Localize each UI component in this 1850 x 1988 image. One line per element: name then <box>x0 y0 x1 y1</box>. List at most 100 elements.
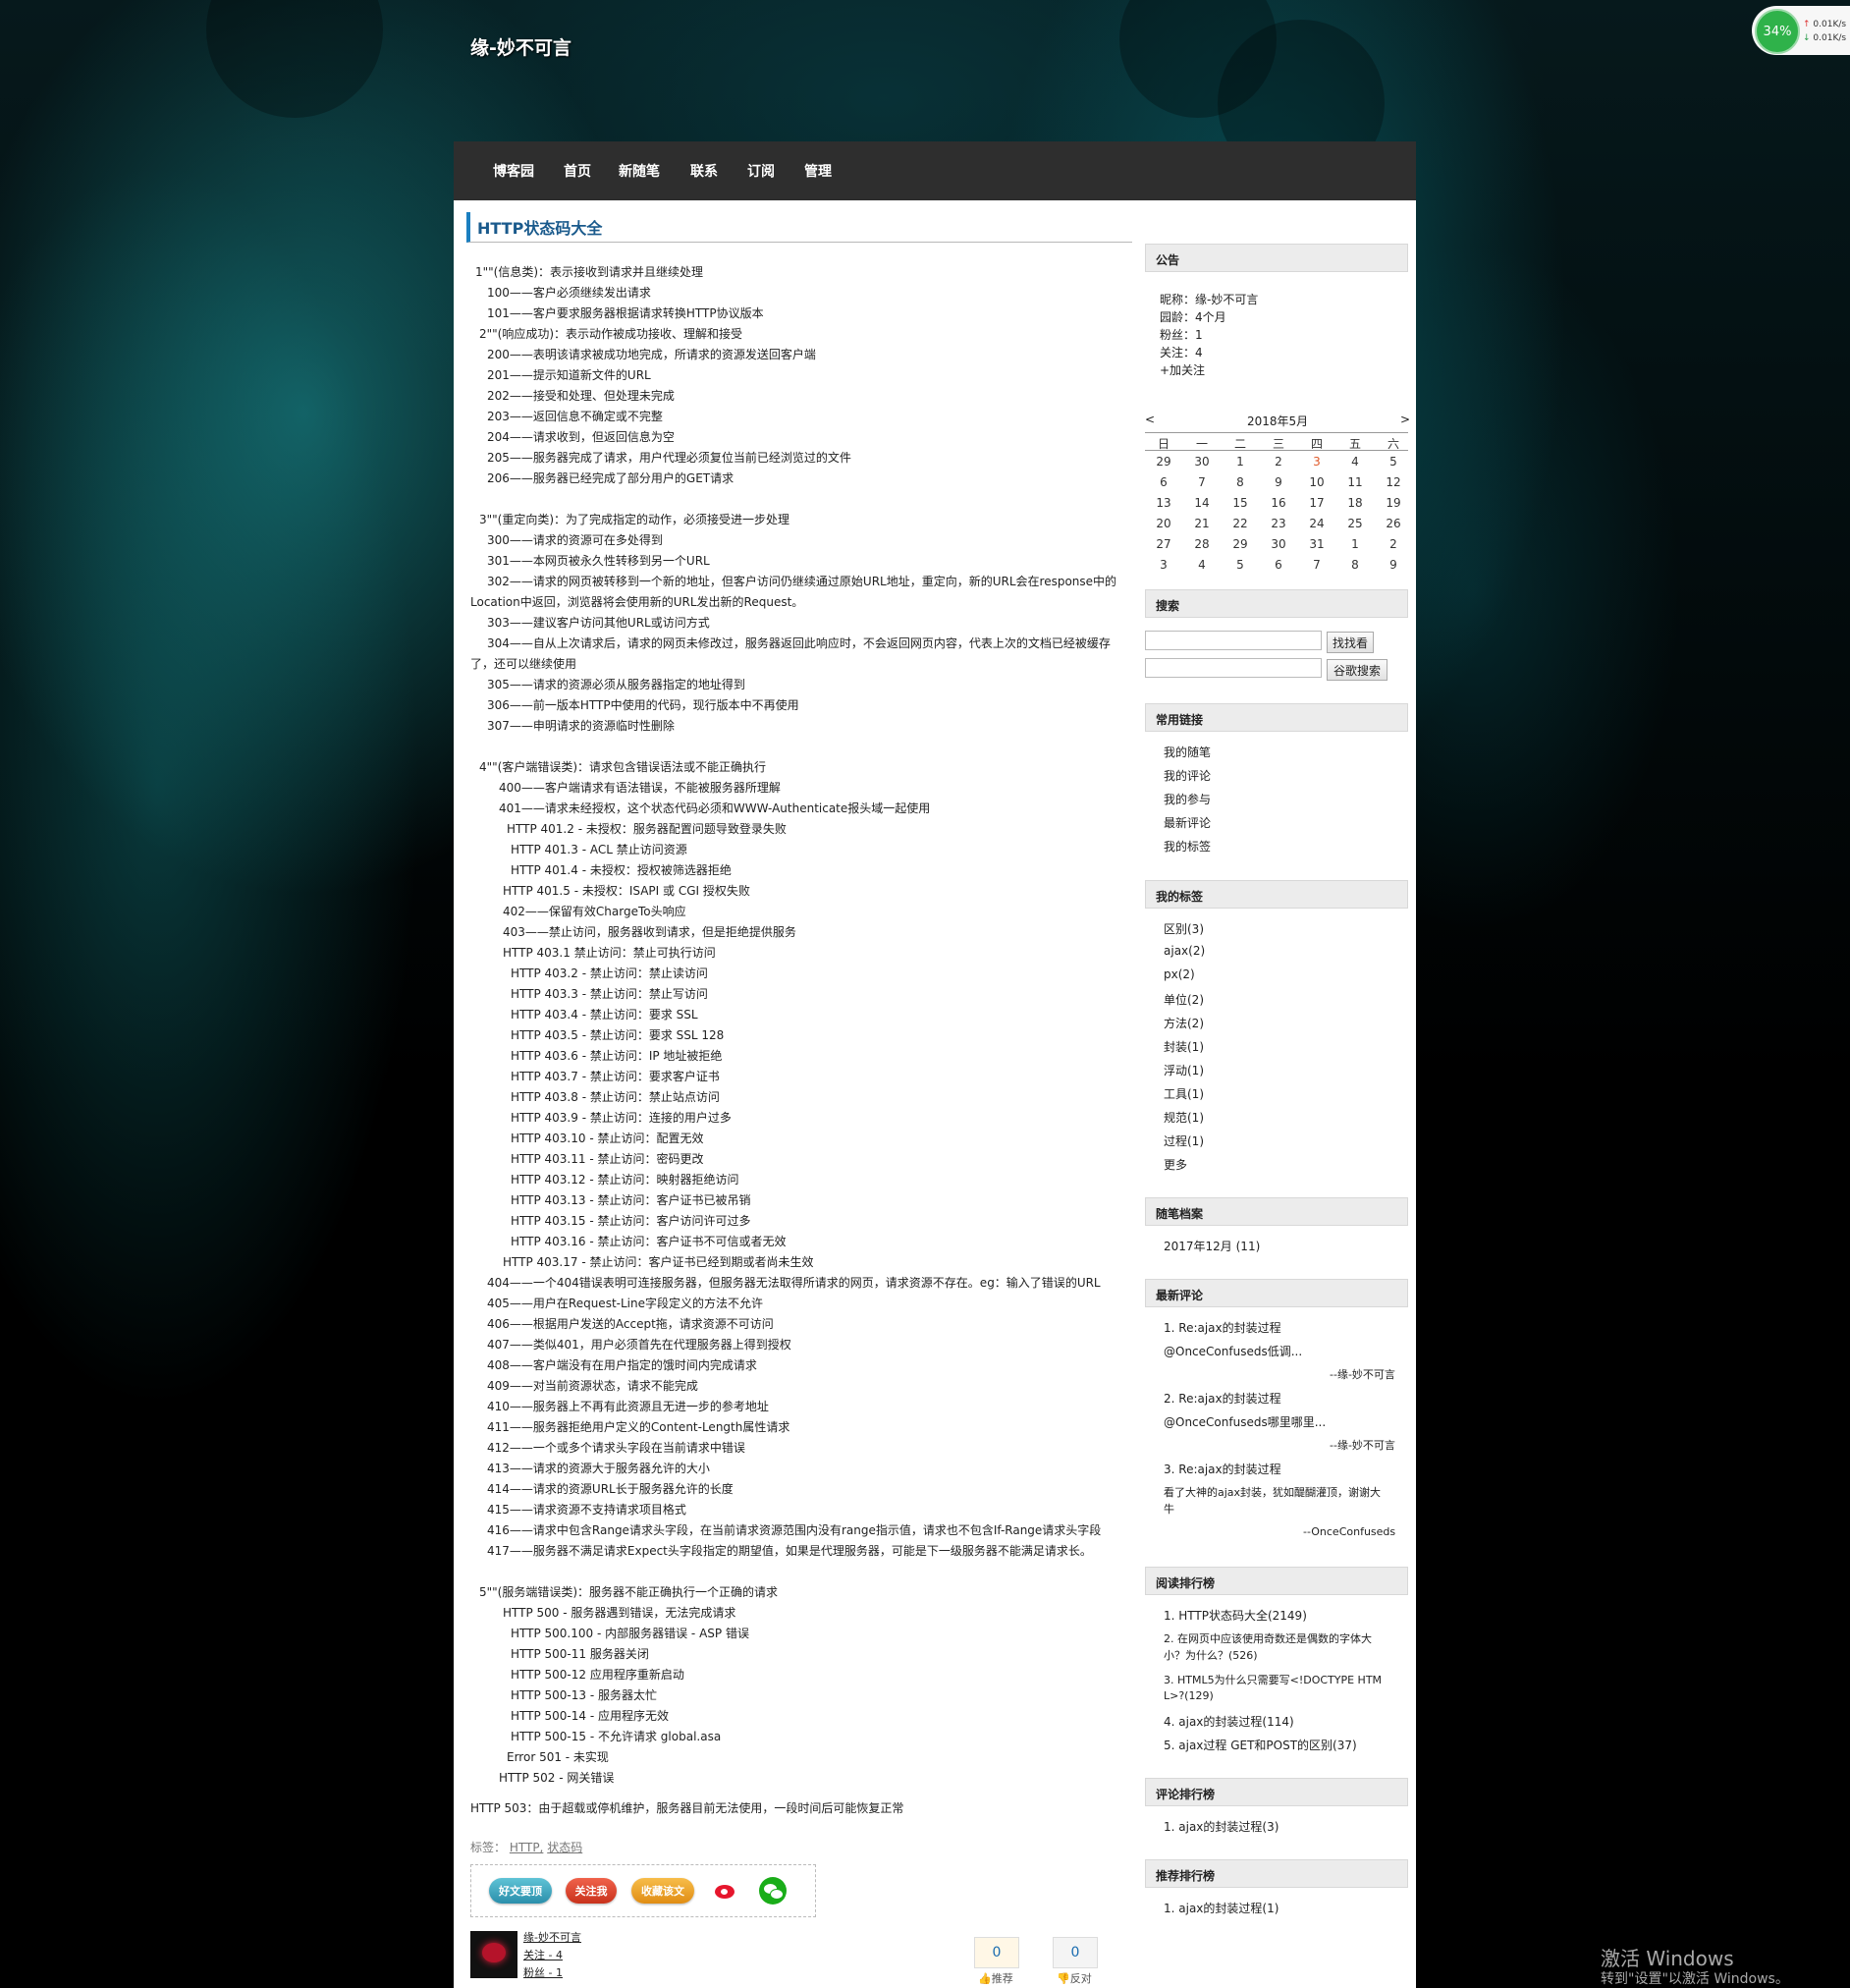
calendar-day[interactable]: 23 <box>1260 517 1297 530</box>
calendar-day[interactable]: 28 <box>1183 537 1221 551</box>
calendar-day[interactable]: 24 <box>1298 517 1335 530</box>
follow-me-button[interactable]: 关注我 <box>566 1878 617 1904</box>
calendar-day[interactable]: 5 <box>1375 455 1412 469</box>
calendar-prev-month[interactable]: < <box>1145 413 1155 426</box>
calendar-day[interactable]: 6 <box>1260 558 1297 572</box>
add-follow-link[interactable]: +加关注 <box>1160 361 1205 378</box>
calendar-day[interactable]: 12 <box>1375 475 1412 489</box>
nav-item-home[interactable]: 首页 <box>564 161 591 181</box>
read-rank-item[interactable]: 2. 在网页中应该使用奇数还是偶数的字体大 <box>1164 1630 1372 1646</box>
calendar-day[interactable]: 4 <box>1336 455 1374 469</box>
oppose-count[interactable]: 0 <box>1053 1937 1098 1968</box>
calendar-day[interactable]: 21 <box>1183 517 1221 530</box>
comment-author[interactable]: --OnceConfuseds <box>1303 1525 1395 1538</box>
sidebar-tag-item[interactable]: 单位(2) <box>1164 991 1204 1008</box>
sidebar-tag-item[interactable]: 更多 <box>1164 1156 1187 1173</box>
calendar-day[interactable]: 5 <box>1222 558 1259 572</box>
calendar-day[interactable]: 13 <box>1145 496 1182 510</box>
calendar-day[interactable]: 2 <box>1260 455 1297 469</box>
find-button[interactable]: 找找看 <box>1327 632 1374 653</box>
calendar-day[interactable]: 18 <box>1336 496 1374 510</box>
calendar-day[interactable]: 25 <box>1336 517 1374 530</box>
calendar-day[interactable]: 19 <box>1375 496 1412 510</box>
google-search-button[interactable]: 谷歌搜索 <box>1327 659 1388 681</box>
sidebar-tag-item[interactable]: 工具(1) <box>1164 1085 1204 1102</box>
wechat-icon[interactable] <box>759 1877 787 1905</box>
read-rank-item[interactable]: 5. ajax过程 GET和POST的区别(37) <box>1164 1737 1357 1753</box>
calendar-day[interactable]: 2 <box>1375 537 1412 551</box>
calendar-day[interactable]: 7 <box>1298 558 1335 572</box>
calendar-day[interactable]: 7 <box>1183 475 1221 489</box>
nav-item-subscribe[interactable]: 订阅 <box>747 161 775 181</box>
sidebar-link-item[interactable]: 最新评论 <box>1164 814 1211 831</box>
post-title[interactable]: HTTP状态码大全 <box>477 215 602 239</box>
read-rank-item[interactable]: 3. HTML5为什么只需要写<!DOCTYPE HTM <box>1164 1672 1382 1687</box>
calendar-day[interactable]: 30 <box>1260 537 1297 551</box>
calendar-day[interactable]: 9 <box>1375 558 1412 572</box>
sidebar-tag-item[interactable]: 浮动(1) <box>1164 1062 1204 1078</box>
notice-fans[interactable]: 粉丝：1 <box>1160 326 1203 343</box>
nav-item-manage[interactable]: 管理 <box>804 161 832 181</box>
sidebar-tag-item[interactable]: 过程(1) <box>1164 1132 1204 1149</box>
calendar-day[interactable]: 27 <box>1145 537 1182 551</box>
calendar-day[interactable]: 4 <box>1183 558 1221 572</box>
sidebar-link-item[interactable]: 我的参与 <box>1164 791 1211 807</box>
notice-follows[interactable]: 关注：4 <box>1160 344 1203 360</box>
recommend-rank-item[interactable]: 1. ajax的封装过程(1) <box>1164 1900 1279 1916</box>
calendar-day[interactable]: 30 <box>1183 455 1221 469</box>
calendar-day[interactable]: 29 <box>1145 455 1182 469</box>
calendar-day[interactable]: 29 <box>1222 537 1259 551</box>
calendar-day[interactable]: 1 <box>1336 537 1374 551</box>
sidebar-tag-item[interactable]: 规范(1) <box>1164 1109 1204 1126</box>
tag-link-http[interactable]: HTTP, <box>510 1841 544 1854</box>
author-fans-link[interactable]: 粉丝 - 1 <box>523 1964 563 1980</box>
calendar-day[interactable]: 14 <box>1183 496 1221 510</box>
author-name-link[interactable]: 缘-妙不可言 <box>523 1929 581 1945</box>
comment-title[interactable]: 1. Re:ajax的封装过程 <box>1164 1319 1281 1336</box>
sidebar-tag-item[interactable]: 区别(3) <box>1164 920 1204 937</box>
read-rank-item-cont[interactable]: 小？为什么？(526) <box>1164 1647 1258 1663</box>
sidebar-link-item[interactable]: 我的评论 <box>1164 767 1211 784</box>
blog-title[interactable]: 缘-妙不可言 <box>470 33 571 60</box>
calendar-day[interactable]: 22 <box>1222 517 1259 530</box>
google-search-input[interactable] <box>1145 658 1322 678</box>
read-rank-item-cont[interactable]: L>?(129) <box>1164 1689 1214 1702</box>
avatar[interactable] <box>470 1931 517 1978</box>
calendar-day[interactable]: 16 <box>1260 496 1297 510</box>
calendar-day[interactable]: 6 <box>1145 475 1182 489</box>
tag-link-status-code[interactable]: 状态码 <box>547 1841 582 1854</box>
calendar-day[interactable]: 1 <box>1222 455 1259 469</box>
archive-item[interactable]: 2017年12月 (11) <box>1164 1238 1260 1254</box>
recommend-count[interactable]: 0 <box>974 1937 1019 1968</box>
calendar-day[interactable]: 15 <box>1222 496 1259 510</box>
favorite-button[interactable]: 收藏该文 <box>631 1878 694 1904</box>
comment-author[interactable]: --缘-妙不可言 <box>1330 1437 1395 1453</box>
search-input[interactable] <box>1145 631 1322 650</box>
sidebar-link-item[interactable]: 我的标签 <box>1164 838 1211 855</box>
calendar-day[interactable]: 26 <box>1375 517 1412 530</box>
comment-title[interactable]: 3. Re:ajax的封装过程 <box>1164 1461 1281 1477</box>
calendar-day[interactable]: 3 <box>1298 455 1335 469</box>
author-follow-link[interactable]: 关注 - 4 <box>523 1947 563 1962</box>
calendar-day[interactable]: 3 <box>1145 558 1182 572</box>
weibo-icon[interactable] <box>712 1877 739 1905</box>
nav-item-new-post[interactable]: 新随笔 <box>619 161 660 181</box>
calendar-day[interactable]: 8 <box>1336 558 1374 572</box>
network-monitor-widget[interactable]: 34% ↑ 0.01K/s ↓ 0.01K/s <box>1752 6 1850 55</box>
oppose-label[interactable]: 👎反对 <box>1057 1970 1092 1986</box>
sidebar-tag-item[interactable]: 方法(2) <box>1164 1015 1204 1031</box>
calendar-day[interactable]: 17 <box>1298 496 1335 510</box>
calendar-next-month[interactable]: > <box>1400 413 1410 426</box>
sidebar-tag-item[interactable]: px(2) <box>1164 967 1195 981</box>
calendar-day[interactable]: 9 <box>1260 475 1297 489</box>
sidebar-tag-item[interactable]: ajax(2) <box>1164 944 1205 958</box>
calendar-day[interactable]: 10 <box>1298 475 1335 489</box>
nav-item-cnblogs[interactable]: 博客园 <box>493 161 534 181</box>
calendar-day[interactable]: 20 <box>1145 517 1182 530</box>
sidebar-link-item[interactable]: 我的随笔 <box>1164 744 1211 760</box>
sidebar-tag-item[interactable]: 封装(1) <box>1164 1038 1204 1055</box>
read-rank-item[interactable]: 4. ajax的封装过程(114) <box>1164 1713 1294 1730</box>
calendar-day[interactable]: 8 <box>1222 475 1259 489</box>
comment-rank-item[interactable]: 1. ajax的封装过程(3) <box>1164 1818 1279 1835</box>
calendar-day[interactable]: 31 <box>1298 537 1335 551</box>
